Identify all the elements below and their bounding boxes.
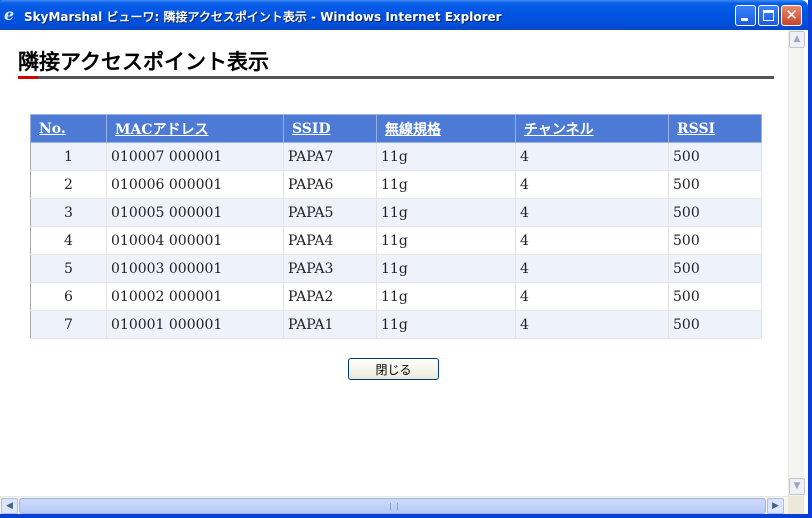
cell-mac: 010001 000001 [106, 310, 284, 339]
cell-channel: 4 [515, 142, 669, 171]
minimize-button[interactable] [735, 5, 756, 26]
cell-channel: 4 [515, 254, 669, 283]
heading-underline [18, 76, 774, 79]
cell-standard: 11g [376, 310, 516, 339]
cell-channel: 4 [515, 282, 669, 311]
cell-rssi: 500 [668, 142, 762, 171]
table-row: 4 010004 000001 PAPA4 11g 4 500 [30, 226, 762, 255]
cell-mac: 010005 000001 [106, 198, 284, 227]
page-title: 隣接アクセスポイント表示 [18, 50, 269, 74]
horizontal-scrollbar[interactable]: ◀ ▶ [0, 496, 804, 514]
scroll-right-arrow-icon[interactable]: ▶ [767, 498, 784, 514]
heading-accent [18, 76, 38, 79]
column-header-rssi[interactable]: RSSI [668, 114, 762, 143]
close-icon: ✕ [785, 6, 798, 24]
cell-no: 5 [30, 254, 107, 283]
cell-mac: 010006 000001 [106, 170, 284, 199]
cell-rssi: 500 [668, 310, 762, 339]
column-header-ssid[interactable]: SSID [283, 114, 377, 143]
cell-ssid: PAPA3 [283, 254, 377, 283]
scroll-up-arrow-icon[interactable]: ▲ [789, 31, 805, 48]
column-header-mac[interactable]: MACアドレス [106, 114, 284, 143]
window-title: SkyMarshal ビューワ: 隣接アクセスポイント表示 - Windows … [24, 10, 502, 24]
column-header-no[interactable]: No. [30, 114, 107, 143]
table-header-row: No. MACアドレス SSID 無線規格 チャンネル RSSI [30, 114, 762, 143]
maximize-button[interactable] [758, 5, 779, 26]
grip-icon [390, 503, 398, 510]
table-row: 6 010002 000001 PAPA2 11g 4 500 [30, 282, 762, 311]
cell-standard: 11g [376, 142, 516, 171]
close-window-button[interactable]: ✕ [781, 5, 802, 26]
cell-ssid: PAPA5 [283, 198, 377, 227]
cell-ssid: PAPA2 [283, 282, 377, 311]
column-header-channel[interactable]: チャンネル [515, 114, 669, 143]
cell-channel: 4 [515, 170, 669, 199]
table-row: 5 010003 000001 PAPA3 11g 4 500 [30, 254, 762, 283]
maximize-icon [763, 10, 774, 21]
vertical-scrollbar[interactable]: ▲ ▼ [788, 30, 805, 496]
cell-rssi: 500 [668, 254, 762, 283]
cell-ssid: PAPA6 [283, 170, 377, 199]
cell-standard: 11g [376, 282, 516, 311]
sort-link-mac[interactable]: MACアドレス [115, 122, 209, 138]
cell-channel: 4 [515, 226, 669, 255]
cell-ssid: PAPA1 [283, 310, 377, 339]
cell-channel: 4 [515, 198, 669, 227]
cell-rssi: 500 [668, 170, 762, 199]
cell-mac: 010004 000001 [106, 226, 284, 255]
sort-link-rssi[interactable]: RSSI [677, 121, 715, 137]
title-bar[interactable]: e SkyMarshal ビューワ: 隣接アクセスポイント表示 - Window… [0, 0, 808, 30]
scrollbar-corner [788, 496, 804, 514]
cell-rssi: 500 [668, 198, 762, 227]
close-button[interactable]: 閉じる [348, 358, 439, 380]
column-header-standard[interactable]: 無線規格 [376, 114, 516, 143]
sort-link-no[interactable]: No. [39, 121, 66, 137]
cell-standard: 11g [376, 226, 516, 255]
table-row: 1 010007 000001 PAPA7 11g 4 500 [30, 142, 762, 171]
sort-link-ssid[interactable]: SSID [292, 121, 331, 137]
cell-ssid: PAPA4 [283, 226, 377, 255]
cell-rssi: 500 [668, 226, 762, 255]
sort-link-channel[interactable]: チャンネル [524, 122, 594, 138]
access-point-table: No. MACアドレス SSID 無線規格 チャンネル RSSI 1 01000… [30, 114, 762, 339]
cell-mac: 010007 000001 [106, 142, 284, 171]
cell-no: 7 [30, 310, 107, 339]
scroll-left-arrow-icon[interactable]: ◀ [1, 498, 18, 514]
cell-standard: 11g [376, 198, 516, 227]
cell-no: 3 [30, 198, 107, 227]
sort-link-standard[interactable]: 無線規格 [385, 122, 441, 138]
cell-standard: 11g [376, 254, 516, 283]
horizontal-scroll-thumb[interactable] [19, 498, 766, 514]
minimize-icon [741, 18, 748, 21]
cell-standard: 11g [376, 170, 516, 199]
table-row: 7 010001 000001 PAPA1 11g 4 500 [30, 310, 762, 339]
scroll-down-arrow-icon[interactable]: ▼ [789, 478, 805, 495]
cell-ssid: PAPA7 [283, 142, 377, 171]
cell-no: 1 [30, 142, 107, 171]
internet-explorer-icon: e [4, 5, 15, 24]
table-row: 3 010005 000001 PAPA5 11g 4 500 [30, 198, 762, 227]
page-content: 隣接アクセスポイント表示 No. MACアドレス SSID 無線規格 チャンネル… [0, 30, 788, 496]
cell-rssi: 500 [668, 282, 762, 311]
cell-no: 6 [30, 282, 107, 311]
cell-no: 4 [30, 226, 107, 255]
table-row: 2 010006 000001 PAPA6 11g 4 500 [30, 170, 762, 199]
cell-no: 2 [30, 170, 107, 199]
cell-mac: 010002 000001 [106, 282, 284, 311]
cell-channel: 4 [515, 310, 669, 339]
cell-mac: 010003 000001 [106, 254, 284, 283]
